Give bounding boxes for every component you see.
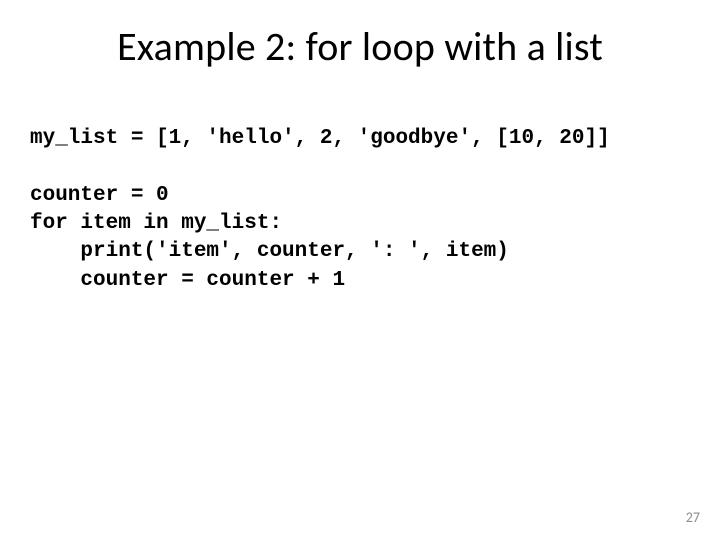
slide: Example 2: for loop with a list my_list … xyxy=(0,0,720,540)
page-number: 27 xyxy=(686,509,700,526)
slide-title: Example 2: for loop with a list xyxy=(0,22,720,71)
code-block: my_list = [1, 'hello', 2, 'goodbye', [10… xyxy=(30,125,610,295)
